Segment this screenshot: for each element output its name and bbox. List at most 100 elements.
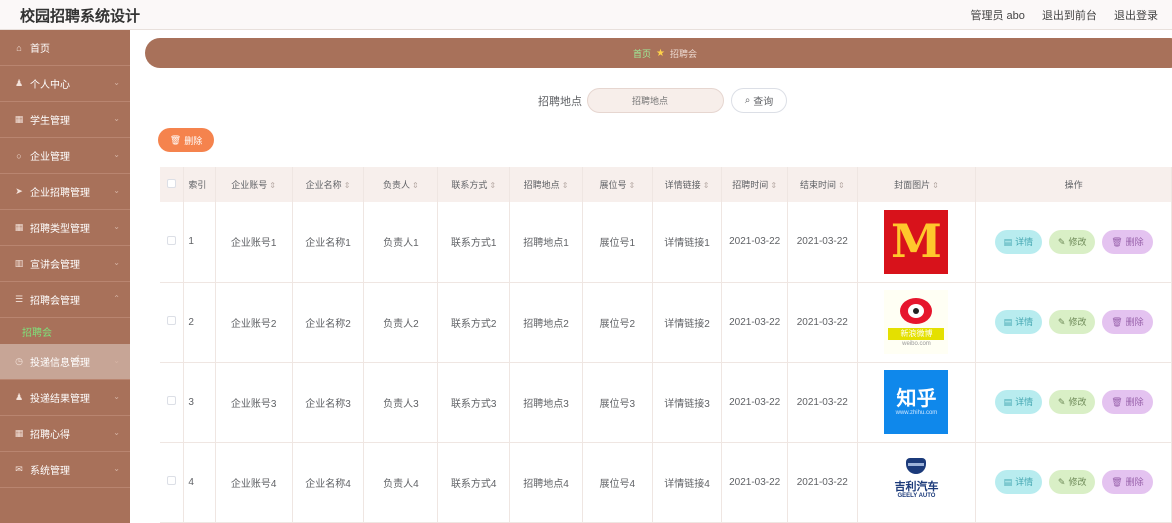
cell-link: 详情链接1 — [652, 202, 723, 283]
header-contact[interactable]: 联系方式 ⇕ — [437, 167, 511, 202]
cell-start: 2021-03-22 — [721, 362, 788, 443]
search-button[interactable]: ⌕ 查询 — [731, 88, 787, 113]
sidebar-item-recruitment-types[interactable]: ▦ 招聘类型管理 ⌄ — [0, 210, 130, 246]
cell-account: 企业账号3 — [215, 362, 293, 443]
edit-button[interactable]: ✎ 修改 — [1048, 229, 1096, 254]
list-icon: ☰ — [14, 294, 24, 304]
sidebar-item-label: 首页 — [30, 44, 50, 55]
header-start[interactable]: 招聘时间 ⇕ — [721, 167, 788, 202]
delete-button[interactable]: 🗑 删除 — [1102, 310, 1153, 334]
header-name[interactable]: 企业名称 ⇕ — [292, 167, 365, 202]
sidebar-item-label: 投递信息管理 — [30, 358, 90, 369]
detail-button[interactable]: ▤ 详情 — [994, 390, 1043, 414]
logout-link[interactable]: 退出登录 — [1114, 10, 1158, 22]
trash-icon: 🗑 — [1111, 236, 1123, 247]
sort-icon[interactable]: ⇕ — [562, 181, 569, 190]
row-checkbox[interactable] — [167, 476, 177, 485]
breadcrumb-home[interactable]: 首页 — [633, 47, 651, 60]
clock-icon: ◷ — [15, 356, 23, 366]
chevron-down-icon: ⌄ — [113, 428, 120, 437]
header-booth[interactable]: 展位号 ⇕ — [582, 167, 653, 202]
send-icon: ➤ — [15, 186, 23, 196]
header-link[interactable]: 详情链接 ⇕ — [652, 167, 723, 202]
header-cover[interactable]: 封面图片 ⇕ — [857, 167, 977, 202]
sort-icon[interactable]: ⇕ — [628, 181, 635, 190]
detail-button[interactable]: ▤ 详情 — [994, 310, 1043, 334]
cell-end: 2021-03-22 — [787, 362, 858, 443]
detail-button[interactable]: ▤ 详情 — [994, 470, 1043, 494]
cell-name: 企业名称4 — [292, 442, 365, 523]
detail-button[interactable]: ▤ 详情 — [994, 229, 1043, 254]
top-header: 校园招聘系统设计 管理员 abo 退出到前台 退出登录 — [0, 0, 1172, 30]
home-icon: ⌂ — [16, 42, 22, 53]
cell-actions: ▤ 详情 ✎ 修改 🗑 删除 — [975, 202, 1172, 283]
header-manager[interactable]: 负责人 ⇕ — [363, 167, 439, 202]
batch-delete-button[interactable]: 🗑 删除 — [158, 128, 214, 152]
cell-manager: 负责人4 — [363, 442, 439, 523]
row-checkbox[interactable] — [167, 396, 177, 405]
header-account[interactable]: 企业账号 ⇕ — [215, 167, 293, 202]
person-icon: ♟ — [14, 392, 24, 402]
cell-location: 招聘地点3 — [509, 362, 583, 443]
sidebar-item-applications[interactable]: ◷ 投递信息管理 ⌄ ☝ — [0, 344, 130, 380]
sidebar-item-application-results[interactable]: ♟ 投递结果管理 ⌄ — [0, 380, 130, 416]
sidebar-item-job-fairs[interactable]: ☰ 招聘会管理 ⌃ — [0, 282, 130, 318]
cell-booth: 展位号2 — [582, 282, 653, 363]
sidebar-item-recruitment-notes[interactable]: ▦ 招聘心得 ⌄ — [0, 416, 130, 452]
document-icon: ▤ — [1003, 317, 1013, 327]
grid-icon: ▦ — [14, 114, 24, 124]
cell-cover: 知乎 www.zhihu.com — [857, 362, 977, 443]
sort-icon[interactable]: ⇕ — [344, 181, 351, 190]
cell-name: 企业名称2 — [292, 282, 365, 363]
document-icon: ▤ — [1003, 236, 1013, 247]
cell-end: 2021-03-22 — [787, 282, 858, 363]
header-location[interactable]: 招聘地点 ⇕ — [509, 167, 583, 202]
sort-icon[interactable]: ⇕ — [838, 181, 845, 190]
cell-end: 2021-03-22 — [787, 442, 858, 523]
sidebar-item-label: 个人中心 — [30, 80, 70, 91]
delete-button[interactable]: 🗑 删除 — [1102, 229, 1153, 254]
sort-icon[interactable]: ⇕ — [932, 181, 939, 190]
sort-icon[interactable]: ⇕ — [412, 181, 419, 190]
cell-account: 企业账号1 — [215, 202, 293, 283]
weibo-logo: 新浪微博 weibo.com — [884, 290, 949, 354]
document-icon: ▤ — [1003, 477, 1013, 487]
sidebar-item-label: 招聘心得 — [30, 430, 70, 441]
sidebar-item-info-sessions[interactable]: ▥ 宣讲会管理 ⌄ — [0, 246, 130, 282]
sort-icon[interactable]: ⇕ — [269, 181, 276, 190]
sidebar-item-home[interactable]: ⌂ 首页 — [0, 30, 130, 66]
edit-button[interactable]: ✎ 修改 — [1048, 470, 1096, 494]
table-row: 3 企业账号3 企业名称3 负责人3 联系方式3 招聘地点3 展位号3 详情链接… — [160, 362, 1172, 443]
pencil-icon: ✎ — [1057, 397, 1066, 407]
sidebar-item-students[interactable]: ▦ 学生管理 ⌄ — [0, 102, 130, 138]
exit-to-frontend-link[interactable]: 退出到前台 — [1042, 10, 1097, 22]
edit-button[interactable]: ✎ 修改 — [1048, 310, 1096, 334]
row-checkbox[interactable] — [167, 316, 177, 325]
edit-button[interactable]: ✎ 修改 — [1048, 390, 1096, 414]
search-input[interactable] — [587, 88, 724, 113]
sort-icon[interactable]: ⇕ — [489, 181, 496, 190]
select-all-checkbox[interactable] — [167, 179, 177, 188]
trash-icon: 🗑 — [1111, 477, 1123, 487]
chevron-down-icon: ⌄ — [113, 186, 120, 195]
chart-icon: ▥ — [14, 258, 24, 268]
delete-button[interactable]: 🗑 删除 — [1102, 390, 1153, 414]
row-checkbox[interactable] — [167, 235, 177, 245]
sidebar-item-company-recruitment[interactable]: ➤ 企业招聘管理 ⌄ — [0, 174, 130, 210]
header-actions: 操作 — [975, 167, 1172, 202]
header-end[interactable]: 结束时间 ⇕ — [787, 167, 858, 202]
sidebar-item-label: 宣讲会管理 — [30, 260, 80, 271]
sort-icon[interactable]: ⇕ — [770, 181, 777, 190]
circle-icon: ○ — [16, 150, 22, 161]
sort-icon[interactable]: ⇕ — [703, 181, 710, 190]
chevron-down-icon: ⌄ — [113, 392, 120, 401]
sidebar-item-companies[interactable]: ○ 企业管理 ⌄ — [0, 138, 130, 174]
select-all-cell[interactable] — [160, 167, 185, 202]
table-row: 4 企业账号4 企业名称4 负责人4 联系方式4 招聘地点4 展位号4 详情链接… — [160, 442, 1172, 523]
sidebar-item-personal-center[interactable]: ♟ 个人中心 ⌄ — [0, 66, 130, 102]
chevron-down-icon: ⌄ — [113, 114, 120, 123]
submenu-item-job-fair[interactable]: 招聘会 — [0, 318, 130, 344]
delete-button[interactable]: 🗑 删除 — [1102, 470, 1153, 494]
cell-location: 招聘地点2 — [509, 282, 583, 363]
sidebar-item-system[interactable]: ✉ 系统管理 ⌄ — [0, 452, 130, 488]
